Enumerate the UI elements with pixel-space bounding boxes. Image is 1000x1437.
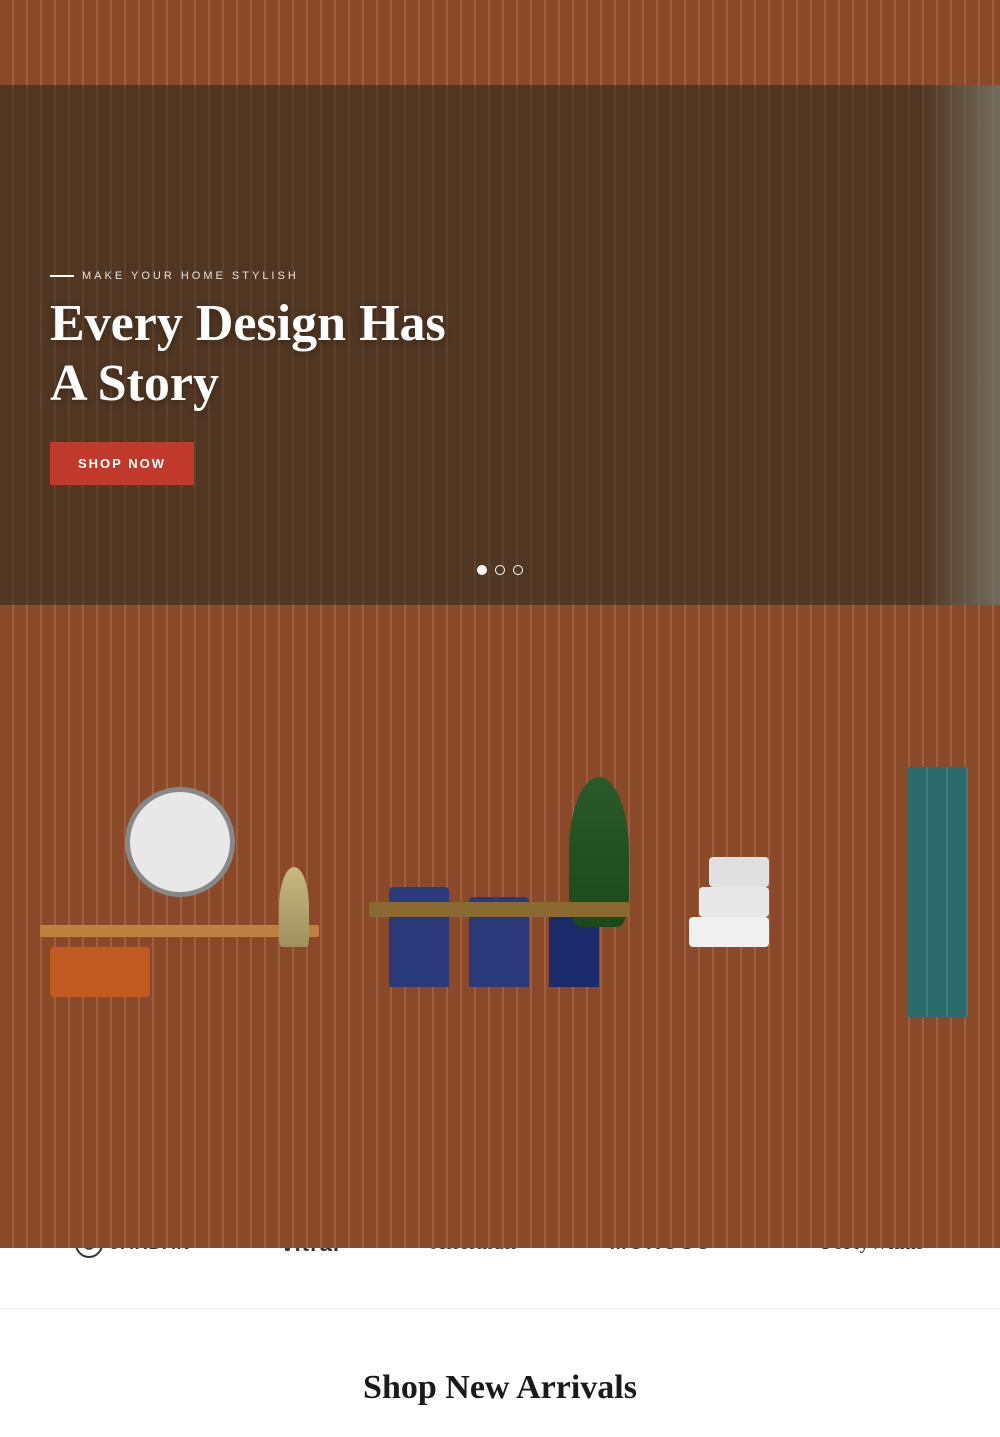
hero-dot-3[interactable] [513, 565, 523, 575]
new-arrivals-section: Shop New Arrivals [0, 1309, 1000, 1437]
category-grid: Living Room Browse among pillow back des… [30, 767, 970, 1119]
hero-content: MAKE YOUR HOME STYLISH Every Design Has … [50, 270, 450, 485]
shop-now-button[interactable]: SHOP NOW [50, 442, 194, 485]
hero-section: MAKE YOUR HOME STYLISH Every Design Has … [0, 85, 1000, 605]
hero-title: Every Design Has A Story [50, 294, 450, 414]
categories-section: Shop by Category Shop by room to find th… [0, 605, 1000, 1179]
hero-dot-1[interactable] [477, 565, 487, 575]
hero-dot-2[interactable] [495, 565, 505, 575]
hero-eyebrow: MAKE YOUR HOME STYLISH [50, 270, 450, 282]
hero-dots [477, 565, 523, 575]
new-arrivals-title: Shop New Arrivals [30, 1369, 970, 1407]
